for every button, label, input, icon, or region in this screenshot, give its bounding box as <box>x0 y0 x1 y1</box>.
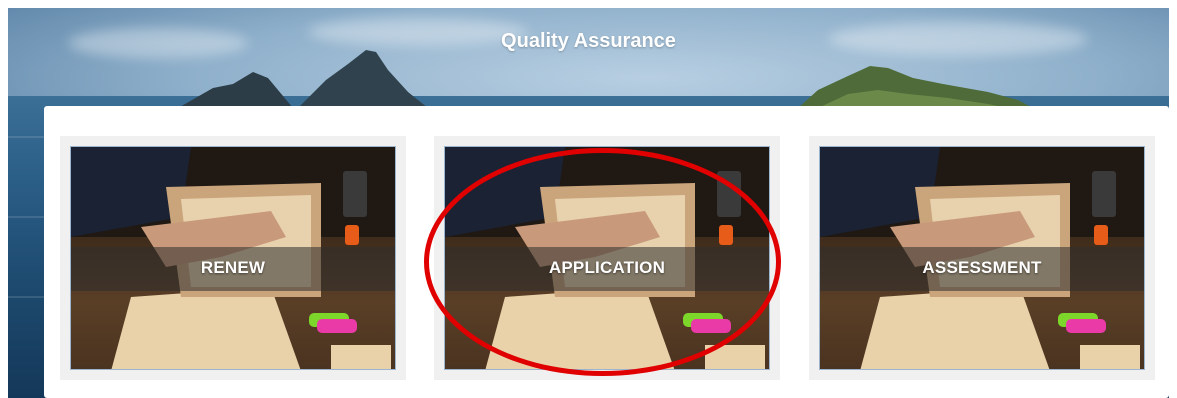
desk-photo-image: APPLICATION <box>444 146 770 370</box>
assessment-label: ASSESSMENT <box>922 258 1042 277</box>
desk-photo-image: RENEW <box>70 146 396 370</box>
desk-photo-image: ASSESSMENT <box>819 146 1145 370</box>
renew-card[interactable]: RENEW <box>60 136 406 380</box>
renew-label: RENEW <box>200 258 266 277</box>
application-label: APPLICATION <box>548 258 666 277</box>
page-title: Quality Assurance <box>501 30 676 52</box>
assessment-card[interactable]: ASSESSMENT <box>809 136 1155 380</box>
content-panel: RENEW APPLICATION ASSESSMENT <box>44 106 1169 398</box>
island-peaks-image <box>178 50 1033 108</box>
application-card[interactable]: APPLICATION <box>434 136 780 380</box>
